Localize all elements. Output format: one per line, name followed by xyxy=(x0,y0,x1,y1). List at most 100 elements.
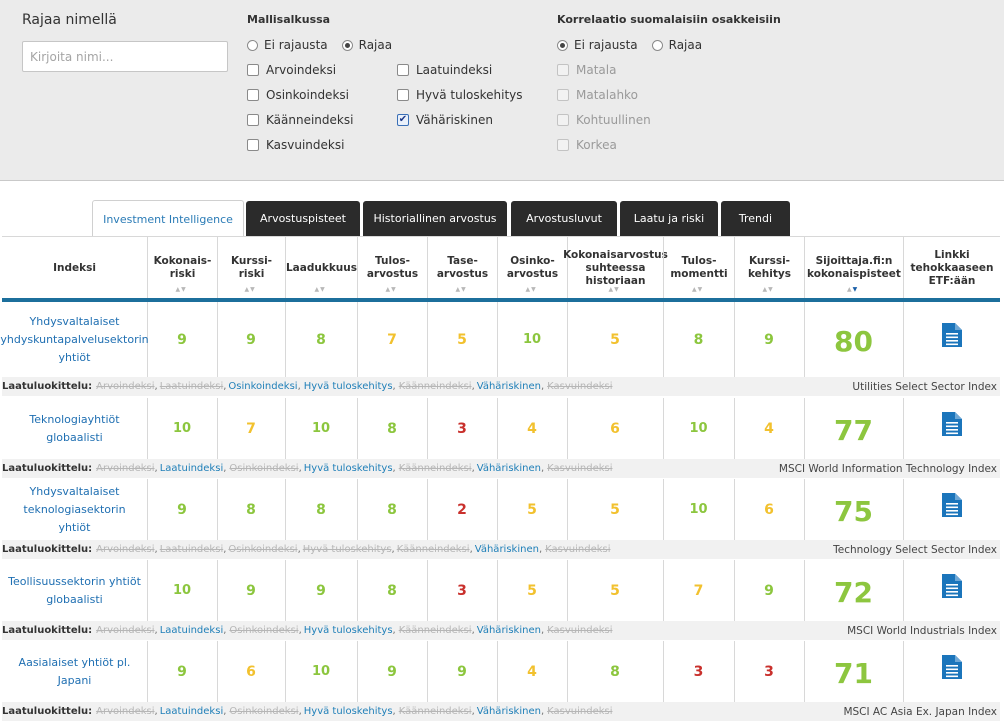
quality-tag-hyva-tuloskehitys[interactable]: Hyvä tuloskehitys xyxy=(304,463,393,474)
score-value: 9 xyxy=(246,582,256,599)
quality-tag-kasvuindeksi: Kasvuindeksi xyxy=(547,381,613,392)
score-value: 10 xyxy=(311,664,331,679)
correlation-radio-limit-label: Rajaa xyxy=(668,38,703,52)
index-name-link[interactable]: Teollisuussektorin yhtiöt globaalisti xyxy=(2,560,147,621)
quality-separator: , xyxy=(538,544,543,555)
checkbox-label: Hyvä tuloskehitys xyxy=(416,88,523,102)
table-row: Teollisuussektorin yhtiöt globaalisti 10 9… xyxy=(2,560,1000,621)
tab-laatu-ja-riski[interactable]: Laatu ja riski xyxy=(620,201,718,236)
quality-tag-vahariskinen[interactable]: Vähäriskinen xyxy=(475,544,539,555)
score-value: 6 xyxy=(610,420,620,437)
checkbox-option-kaanneindeksi: Käänneindeksi xyxy=(247,113,353,127)
table-row: Teknologiayhtiöt globaalisti 10 7 10 8 3 4 6 10 4… xyxy=(2,398,1000,459)
quality-tag-laatuindeksi[interactable]: Laatuindeksi xyxy=(160,625,223,636)
portfolio-filter-title: Mallisalkussa xyxy=(247,13,331,26)
score-value: 5 xyxy=(527,501,537,518)
correlation-radio-none[interactable] xyxy=(557,39,568,51)
tab-arvostusluvut[interactable]: Arvostusluvut xyxy=(511,201,617,236)
score-value: 5 xyxy=(610,582,620,599)
correlation-radio-limit[interactable] xyxy=(651,39,663,51)
quality-tag-laatuindeksi[interactable]: Laatuindeksi xyxy=(160,463,223,474)
tab-historiallinen-arvostus[interactable]: Historiallinen arvostus xyxy=(363,201,507,236)
index-name-link[interactable]: Yhdysvaltalaiset teknologiasektorin yhti… xyxy=(2,479,147,540)
score-value: 10 xyxy=(689,502,708,517)
column-header-tase-arvostus[interactable]: Tase-arvostus ▲▼ xyxy=(427,237,497,299)
index-name-link[interactable]: Yhdysvaltalaiset yhdyskuntapalvelusektor… xyxy=(0,302,148,377)
quality-tag-hyva-tuloskehitys[interactable]: Hyvä tuloskehitys xyxy=(304,625,393,636)
sort-arrows-icon[interactable]: ▲▼ xyxy=(176,283,187,296)
etf-document-icon[interactable] xyxy=(903,479,1000,530)
column-header-line: suhteessa xyxy=(585,261,646,274)
checkbox-label: Kasvuindeksi xyxy=(266,138,345,152)
tab-investment-intelligence[interactable]: Investment Intelligence xyxy=(92,200,244,237)
score-value: 7 xyxy=(693,582,704,599)
sort-arrows-icon[interactable]: ▲▼ xyxy=(245,283,256,296)
column-header-kokonais-riski[interactable]: Kokonais-riski ▲▼ xyxy=(147,237,217,299)
quality-tag-vahariskinen[interactable]: Vähäriskinen xyxy=(477,463,541,474)
column-header-line: Laadukkuus xyxy=(285,261,358,274)
quality-separator: , xyxy=(154,625,158,636)
column-header-line: arvostus xyxy=(366,268,419,280)
column-header-kurssi-kehitys[interactable]: Kurssi-kehitys ▲▼ xyxy=(734,237,804,299)
name-search-input[interactable] xyxy=(22,41,228,72)
score-value: 4 xyxy=(527,663,537,680)
checkbox-osinkoindeksi[interactable] xyxy=(247,89,259,101)
sort-arrows-icon[interactable]: ▲▼ xyxy=(763,283,774,296)
index-name-link[interactable]: Aasialaiset yhtiöt pl. Japani xyxy=(2,641,147,702)
column-header-laadukkuus[interactable]: Laadukkuus ▲▼ xyxy=(285,237,357,299)
table-row: Yhdysvaltalaiset yhdyskuntapalvelusektor… xyxy=(0,302,1000,377)
sort-arrows-icon[interactable]: ▲▼ xyxy=(456,283,467,296)
sort-arrows-icon[interactable]: ▲▼ xyxy=(847,283,858,296)
quality-tag-hyva-tuloskehitys[interactable]: Hyvä tuloskehitys xyxy=(304,706,393,717)
column-header-line: Osinko- xyxy=(510,255,555,267)
quality-tag-hyva-tuloskehitys[interactable]: Hyvä tuloskehitys xyxy=(304,381,393,392)
quality-tag-vahariskinen[interactable]: Vähäriskinen xyxy=(477,625,541,636)
column-header-indeksi: Indeksi xyxy=(2,237,147,299)
checkbox-vahariskinen[interactable]: ✔ xyxy=(397,114,409,126)
etf-document-icon[interactable] xyxy=(903,302,1000,367)
index-name-link[interactable]: Teknologiayhtiöt globaalisti xyxy=(2,398,147,459)
column-header-kurssi-riski[interactable]: Kurssi-riski ▲▼ xyxy=(217,237,285,299)
quality-tag-vahariskinen[interactable]: Vähäriskinen xyxy=(477,706,541,717)
quality-tag-kaanneindeksi: Käänneindeksi xyxy=(398,706,472,717)
checkbox-kaanneindeksi[interactable] xyxy=(247,114,259,126)
etf-document-icon[interactable] xyxy=(903,560,1000,611)
quality-tag-osinkoindeksi[interactable]: Osinkoindeksi xyxy=(228,381,297,392)
checkbox-kasvuindeksi[interactable] xyxy=(247,139,259,151)
quality-separator: , xyxy=(540,625,545,636)
portfolio-radio-none[interactable] xyxy=(247,39,258,51)
sort-arrows-icon[interactable]: ▲▼ xyxy=(315,283,326,296)
column-header-line: Kokonais- xyxy=(153,255,212,267)
portfolio-radio-limit[interactable] xyxy=(341,39,353,51)
tab-arvostuspisteet[interactable]: Arvostuspisteet xyxy=(246,201,360,236)
column-header-kokonaisarvostus-suhteessa-historiaan[interactable]: Kokonaisarvostus suhteessa historiaan ▲▼ xyxy=(563,237,668,299)
column-header-line: Kurssi- xyxy=(748,255,791,267)
column-header-osinko-arvostus[interactable]: Osinko-arvostus ▲▼ xyxy=(497,237,567,299)
sort-arrows-icon[interactable]: ▲▼ xyxy=(609,283,620,296)
column-header-sijoittaja-fi-n-kokonaispisteet[interactable]: Sijoittaja.fi:n kokonaispisteet ▲▼ xyxy=(804,237,903,299)
tab-trendi[interactable]: Trendi xyxy=(721,201,790,236)
portfolio-radio-group: Ei rajausta Rajaa xyxy=(247,38,392,52)
quality-separator: , xyxy=(297,381,301,392)
quality-tag-kaanneindeksi: Käänneindeksi xyxy=(396,544,470,555)
column-header-tulos-arvostus[interactable]: Tulos-arvostus ▲▼ xyxy=(357,237,427,299)
column-header-line: riski xyxy=(169,268,196,280)
sort-arrows-icon[interactable]: ▲▼ xyxy=(692,283,703,296)
sort-arrows-icon[interactable]: ▲▼ xyxy=(386,283,397,296)
etf-document-icon[interactable] xyxy=(903,641,1000,692)
score-value: 8 xyxy=(316,501,326,518)
checkbox-arvoindeksi[interactable] xyxy=(247,64,259,76)
sort-arrows-icon[interactable]: ▲▼ xyxy=(526,283,537,296)
checkbox-laatuindeksi[interactable] xyxy=(397,64,409,76)
checkbox-label: Käänneindeksi xyxy=(266,113,354,127)
quality-tag-vahariskinen[interactable]: Vähäriskinen xyxy=(477,381,541,392)
column-header-tulos-momentti[interactable]: Tulos-momentti ▲▼ xyxy=(663,237,734,299)
quality-tag-laatuindeksi[interactable]: Laatuindeksi xyxy=(160,706,223,717)
score-value: 9 xyxy=(246,331,256,348)
column-header-line: Kokonaisarvostus xyxy=(563,248,668,261)
quality-separator: , xyxy=(223,544,227,555)
checkbox-korkea xyxy=(557,139,569,151)
etf-document-icon[interactable] xyxy=(903,398,1000,449)
quality-tag-arvoindeksi: Arvoindeksi xyxy=(96,706,155,717)
checkbox-hyva-tuloskehitys[interactable] xyxy=(397,89,409,101)
